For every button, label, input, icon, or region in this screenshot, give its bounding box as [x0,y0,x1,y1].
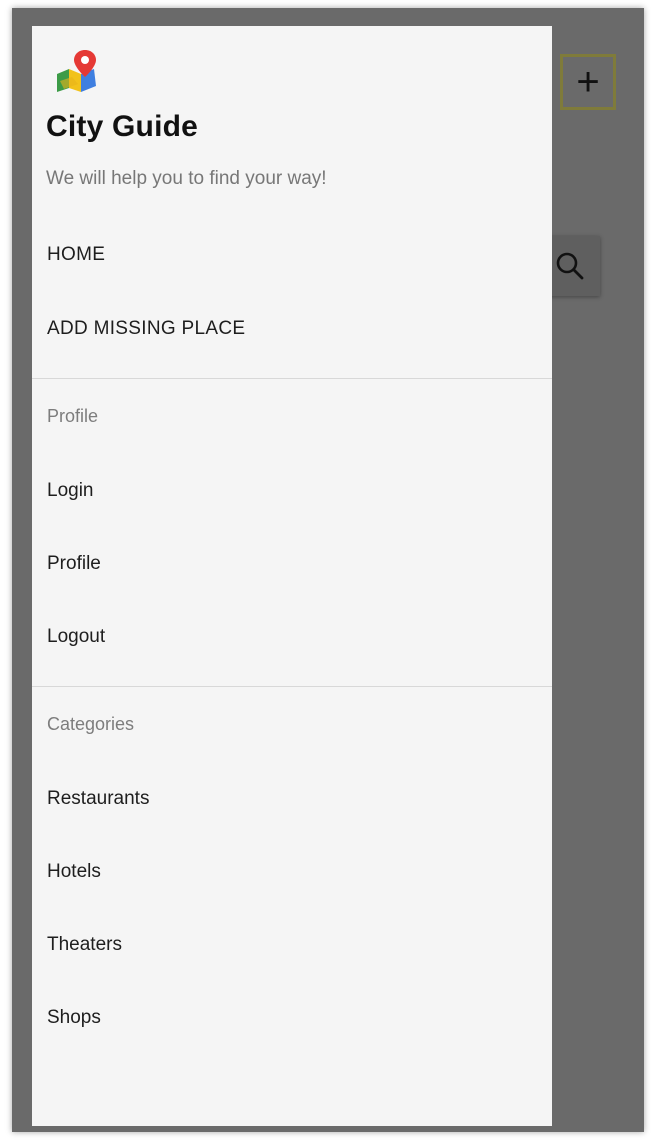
section-title-profile: Profile [47,406,99,426]
navigation-drawer: City Guide We will help you to find your… [32,26,552,1126]
nav-item-home[interactable]: HOME [47,240,105,270]
nav-item-login[interactable]: Login [47,476,94,506]
divider [32,686,552,687]
map-pin-icon [57,50,96,92]
plus-icon: + [576,60,600,104]
divider [32,378,552,379]
nav-item-add-missing-place[interactable]: ADD MISSING PLACE [47,314,245,344]
app-subtitle: We will help you to find your way! [46,168,327,189]
search-icon [556,252,584,280]
phone-screen: + City Guide We will help you to find yo… [12,8,644,1132]
add-place-button[interactable]: + [560,54,616,110]
section-title-categories: Categories [47,714,135,734]
nav-item-profile[interactable]: Profile [47,549,101,579]
nav-item-shops[interactable]: Shops [47,1003,101,1033]
app-title: City Guide [46,110,199,143]
nav-item-logout[interactable]: Logout [47,622,105,652]
nav-item-hotels[interactable]: Hotels [47,857,101,887]
nav-item-theaters[interactable]: Theaters [47,930,122,960]
nav-item-restaurants[interactable]: Restaurants [47,784,149,814]
